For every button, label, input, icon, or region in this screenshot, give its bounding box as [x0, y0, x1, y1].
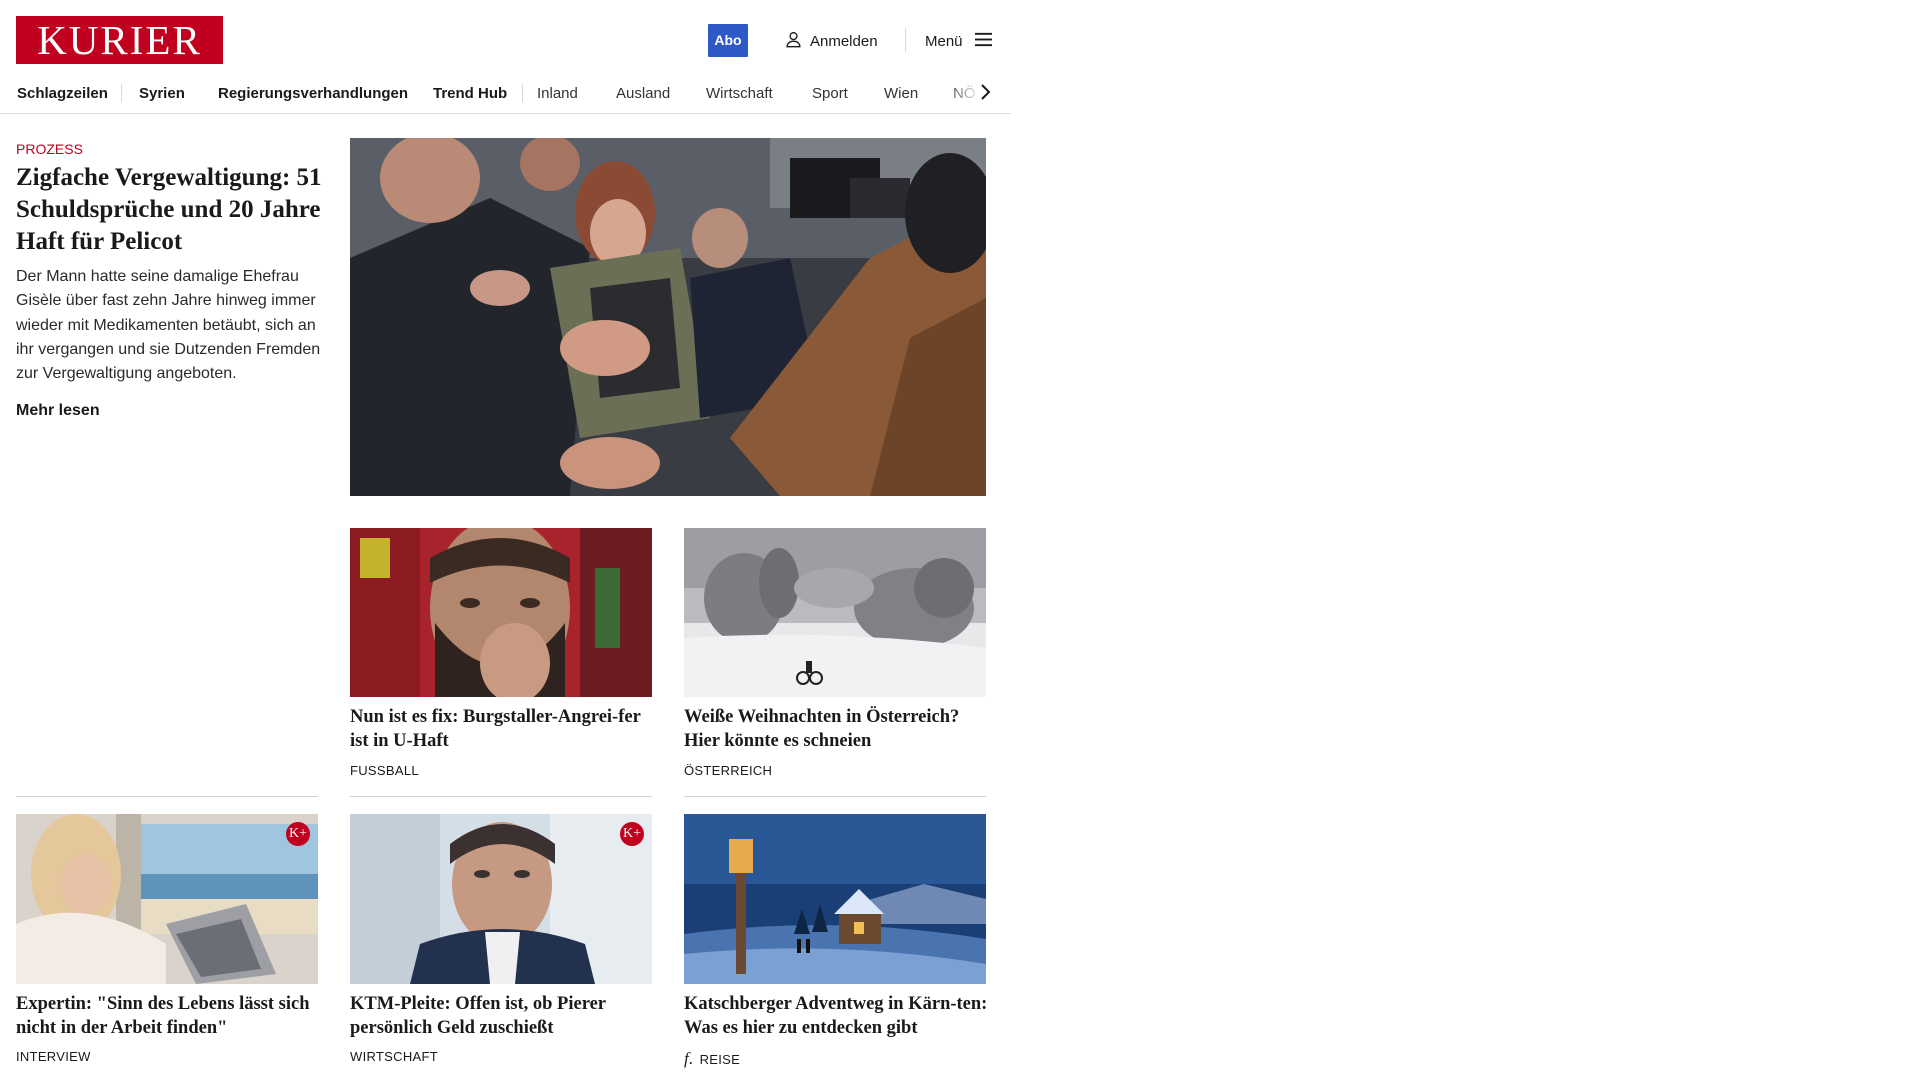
nav-item-regierungsverhandlungen[interactable]: Regierungsverhandlungen: [218, 85, 408, 102]
lead-headline[interactable]: Zigfache Vergewaltigung: 51 Schuldsprüch…: [16, 162, 326, 258]
card-headline[interactable]: KTM-Pleite: Offen ist, ob Pierer persönl…: [350, 992, 655, 1040]
card-image-snow[interactable]: [684, 528, 986, 697]
card-headline[interactable]: Nun ist es fix: Burgstaller-Angrei-fer i…: [350, 705, 655, 753]
nav-border: [0, 113, 1011, 114]
nav-item-wien[interactable]: Wien: [884, 85, 918, 102]
lead-kicker[interactable]: PROZESS: [16, 141, 83, 157]
nav-item-wirtschaft[interactable]: Wirtschaft: [706, 85, 773, 102]
card-category[interactable]: WIRTSCHAFT: [350, 1049, 438, 1064]
login-button[interactable]: Anmelden: [785, 30, 878, 52]
nav-item-syrien[interactable]: Syrien: [139, 85, 185, 102]
card-category[interactable]: INTERVIEW: [16, 1049, 91, 1064]
card-headline[interactable]: Weiße Weihnachten in Österreich? Hier kö…: [684, 705, 989, 753]
menu-button[interactable]: Menü: [925, 30, 992, 52]
card-category[interactable]: f. REISE: [684, 1049, 740, 1069]
lead-teaser[interactable]: Der Mann hatte seine damalige Ehefrau Gi…: [16, 265, 326, 386]
sponsor-mark: f.: [684, 1049, 694, 1068]
card-image-katschberg[interactable]: [684, 814, 986, 984]
topic-nav: Schlagzeilen Syrien Regierungsverhandlun…: [0, 72, 1011, 114]
chevron-right-icon[interactable]: [975, 82, 995, 102]
page: KURIER Abo Anmelden Menü Schlagzeilen Sy…: [0, 0, 1011, 1080]
divider: [16, 796, 318, 797]
menu-label: Menü: [925, 32, 963, 50]
nav-item-sport[interactable]: Sport: [812, 85, 848, 102]
nav-item-schlagzeilen[interactable]: Schlagzeilen: [17, 85, 108, 102]
nav-divider: [121, 84, 122, 102]
user-icon: [785, 31, 802, 52]
nav-item-ausland[interactable]: Ausland: [616, 85, 670, 102]
card-image-ktm[interactable]: [350, 814, 652, 984]
card-image-expertin[interactable]: [16, 814, 318, 984]
nav-item-inland[interactable]: Inland: [537, 85, 578, 102]
card-headline[interactable]: Expertin: "Sinn des Lebens lässt sich ni…: [16, 992, 321, 1040]
card-headline[interactable]: Katschberger Adventweg in Kärn-ten: Was …: [684, 992, 989, 1040]
kurier-plus-icon: K+: [286, 822, 310, 846]
read-more-link[interactable]: Mehr lesen: [16, 402, 100, 420]
kurier-plus-icon: K+: [620, 822, 644, 846]
divider: [350, 796, 652, 797]
hamburger-icon: [974, 32, 992, 51]
header-divider: [905, 28, 906, 52]
nav-divider: [522, 84, 523, 102]
card-category[interactable]: ÖSTERREICH: [684, 763, 772, 778]
card-image-burgstaller[interactable]: [350, 528, 652, 697]
divider: [684, 796, 986, 797]
nav-item-trend-hub[interactable]: Trend Hub: [433, 85, 507, 102]
abo-button[interactable]: Abo: [708, 24, 748, 57]
kurier-logo[interactable]: KURIER: [16, 16, 223, 64]
lead-image[interactable]: [350, 138, 986, 496]
card-category-label: REISE: [699, 1052, 741, 1067]
login-label: Anmelden: [810, 32, 878, 50]
card-category[interactable]: FUSSBALL: [350, 763, 419, 778]
